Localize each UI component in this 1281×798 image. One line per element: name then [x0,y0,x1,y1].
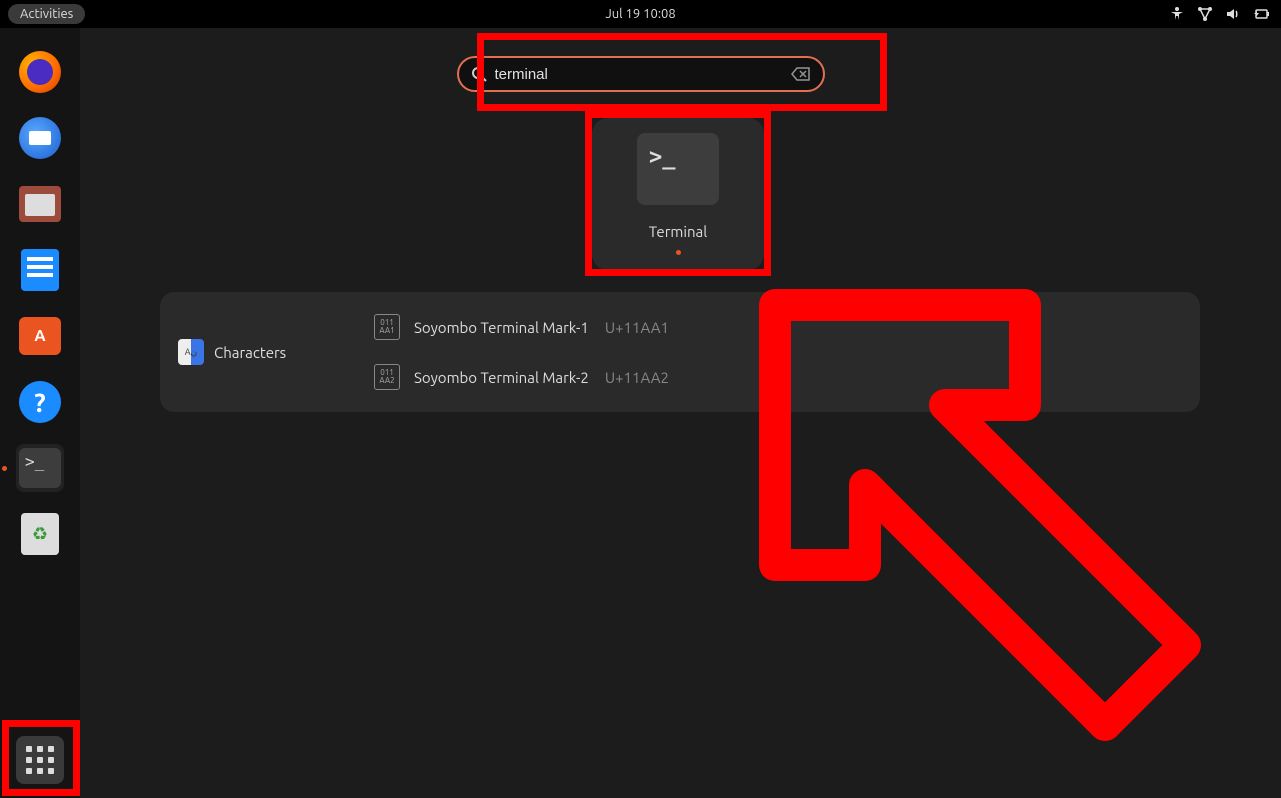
characters-header-label: Characters [214,344,286,361]
dock-libreoffice-writer[interactable] [16,246,64,294]
help-icon: ? [19,381,61,423]
character-result-code: U+11AA2 [605,369,669,386]
volume-icon[interactable] [1225,6,1241,22]
dock: ? >_ [0,28,80,798]
dock-files[interactable] [16,180,64,228]
top-bar: Activities Jul 19 10:08 [0,0,1281,28]
dock-help[interactable]: ? [16,378,64,426]
files-icon [19,186,61,222]
battery-icon[interactable] [1253,6,1271,22]
characters-app-icon: Aن [178,339,204,365]
running-indicator-icon [676,250,681,255]
characters-section-header[interactable]: Aن Characters [160,300,350,404]
search-input[interactable] [495,66,791,83]
character-result-code: U+11AA1 [605,319,669,336]
character-result-name: Soyombo Terminal Mark-1 [414,319,589,336]
characters-results-panel: Aن Characters 011AA1 Soyombo Terminal Ma… [160,292,1200,412]
search-icon [471,66,487,82]
character-result-row[interactable]: 011AA2 Soyombo Terminal Mark-2 U+11AA2 [360,354,1190,400]
character-result-name: Soyombo Terminal Mark-2 [414,369,589,386]
network-icon[interactable] [1197,6,1213,22]
clock[interactable]: Jul 19 10:08 [605,7,675,21]
glyph-icon: 011AA1 [374,314,400,340]
terminal-icon: >_ [19,448,61,488]
show-applications-button[interactable] [16,736,64,784]
dock-trash[interactable] [16,510,64,558]
search-bar[interactable] [457,56,825,92]
accessibility-icon[interactable] [1169,6,1185,22]
dock-thunderbird[interactable] [16,114,64,162]
dock-firefox[interactable] [16,48,64,96]
dock-ubuntu-software[interactable] [16,312,64,360]
dock-terminal[interactable]: >_ [16,444,64,492]
app-result-label: Terminal [649,223,707,240]
trash-icon [21,513,59,555]
firefox-icon [19,51,61,93]
software-icon [19,317,61,355]
writer-icon [21,249,59,291]
system-tray[interactable] [1169,6,1271,22]
thunderbird-icon [19,117,61,159]
app-result-terminal[interactable]: >_ Terminal [592,118,764,270]
activities-button[interactable]: Activities [8,4,85,24]
glyph-icon: 011AA2 [374,364,400,390]
terminal-app-icon: >_ [637,133,719,205]
clear-search-icon[interactable] [791,66,811,82]
character-result-row[interactable]: 011AA1 Soyombo Terminal Mark-1 U+11AA1 [360,304,1190,350]
